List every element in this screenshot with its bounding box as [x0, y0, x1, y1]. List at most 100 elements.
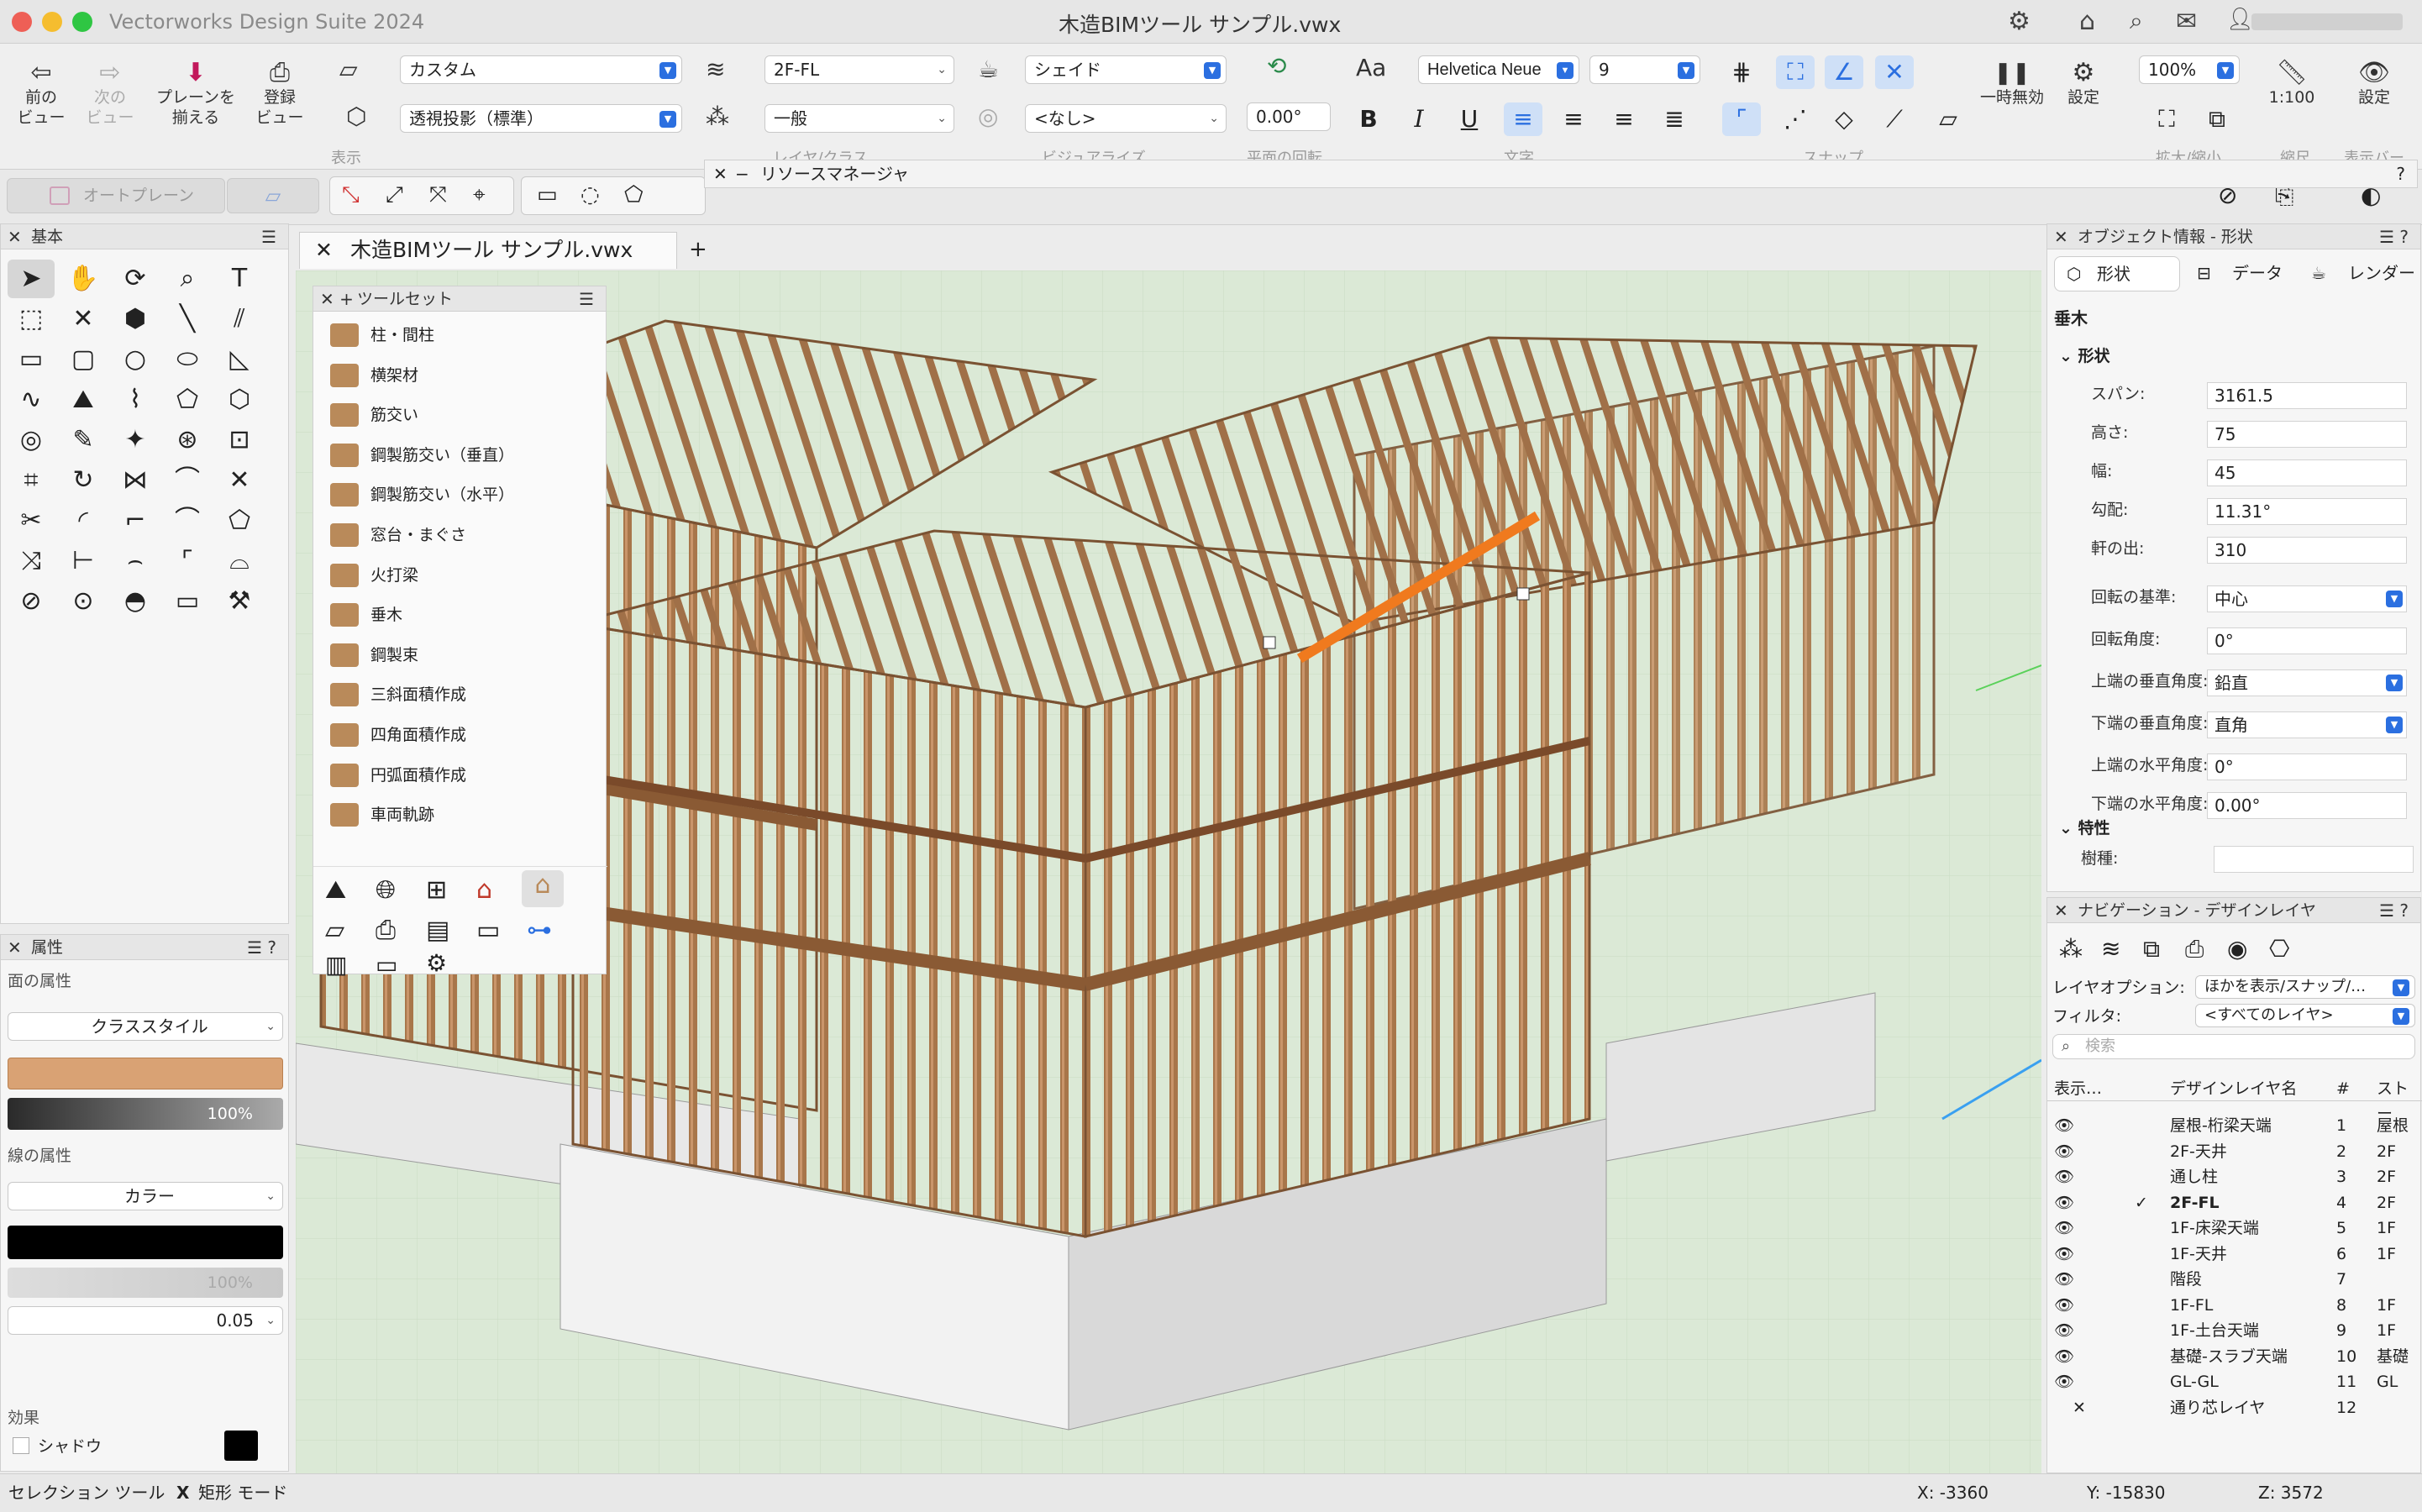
gear-icon[interactable]: ⚙ [2008, 7, 2031, 36]
layer-row[interactable]: 👁︎ 通し柱 3 2F [2047, 1164, 2417, 1189]
face-style-select[interactable]: クラススタイル ⌄ [8, 1012, 283, 1041]
eye-icon[interactable]: 👁︎ [2054, 1242, 2074, 1267]
resize-mode-icon[interactable]: ⤢ [386, 182, 403, 208]
snap-intersection-icon[interactable]: ✕ [1875, 55, 1914, 89]
circle-tool-icon[interactable]: ○ [112, 340, 159, 379]
fit-to-page-icon[interactable]: ⧉ [2198, 102, 2236, 136]
search-icon[interactable]: ⌕ [2130, 7, 2143, 35]
wood-bim-toolset-icon[interactable]: ⌂ [522, 870, 564, 907]
drawing-viewport[interactable]: ✕ + ツールセット ☰ 柱・間柱 横架材 筋交い 鋼製筋交い（垂直） 鋼製筋交い（水平） 窓… [296, 270, 2041, 1473]
site-toolset-icon[interactable]: ⛰ [325, 875, 346, 905]
auto-plane-button[interactable]: オートプレーン [7, 178, 225, 213]
italic-button[interactable]: I [1400, 102, 1438, 136]
references-tab-icon[interactable]: ◉ [2227, 935, 2247, 963]
layer-row[interactable]: 👁︎ 2F-天井 2 2F [2047, 1139, 2417, 1164]
toolset-item[interactable]: 円弧面積作成 [330, 757, 466, 794]
angular-dim-tool-icon[interactable]: ⌜ [164, 542, 211, 580]
property-value[interactable]: 直角 ▼ [2207, 711, 2407, 738]
rotate-tool-icon[interactable]: ↻ [60, 461, 107, 500]
detail-icon[interactable]: ▭ [376, 951, 397, 979]
cabinet-icon[interactable]: ▤ [426, 916, 449, 945]
toolset-item[interactable]: 車両軌跡 [330, 796, 434, 833]
rectangle-tool-icon[interactable]: ▭ [8, 340, 55, 379]
classes-tab-icon[interactable]: ⁂ [2059, 935, 2083, 963]
property-value[interactable]: 0.00° [2207, 792, 2407, 819]
line-weight-select[interactable]: 0.05 ⌄ [8, 1306, 283, 1335]
rectangle-marquee-icon[interactable]: ▭ [537, 182, 558, 207]
projection-icon[interactable]: ⬡ [346, 102, 366, 130]
regular-polygon-tool-icon[interactable]: ⬡ [216, 381, 263, 419]
species-field[interactable] [2214, 846, 2414, 873]
selection-tool-icon[interactable]: ➤ [8, 260, 55, 298]
tab-render[interactable]: ☕︎ レンダー [2299, 256, 2419, 291]
snap-settings-button[interactable]: ⚙ 設定 [2050, 59, 2117, 108]
snap-surface-icon[interactable]: ⏥ [1929, 102, 1968, 136]
section-properties[interactable]: ⌄ 特性 [2059, 816, 2110, 838]
offset-tool-icon[interactable]: ⌗ [8, 461, 55, 500]
hidden-layer-icon[interactable]: ✕ [2073, 1395, 2086, 1420]
double-line-tool-icon[interactable]: ⫽ [216, 300, 263, 339]
reshape-mode-icon[interactable]: ⤧ [429, 182, 447, 208]
circle-diameter-tool-icon[interactable]: ⊘ [8, 582, 55, 621]
floorplan-icon[interactable]: ⊞ [426, 875, 447, 905]
property-value[interactable]: 310 [2207, 537, 2407, 564]
property-value[interactable]: 中心 ▼ [2207, 585, 2407, 612]
smart-tool-icon[interactable]: ⚒ [216, 582, 263, 621]
rotation-field[interactable]: 0.00° [1247, 102, 1331, 131]
menu-icon[interactable]: ☰ ? [247, 935, 276, 960]
freehand-tool-icon[interactable]: ∿ [8, 381, 55, 419]
layers-icon[interactable]: ≋ [706, 55, 725, 83]
underline-button[interactable]: U [1450, 102, 1489, 136]
document-tab[interactable]: ✕ 木造BIMツール サンプル.vwx [299, 232, 677, 269]
property-value[interactable]: 0° [2207, 753, 2407, 780]
close-icon[interactable]: ✕ [2054, 224, 2068, 249]
toolset-item[interactable]: 三斜面積作成 [330, 676, 466, 713]
toolset-item[interactable]: 四角面積作成 [330, 717, 466, 753]
extrude-tool-icon[interactable]: ⬠ [216, 501, 263, 540]
snap-tangent-icon[interactable]: ◇ [1825, 102, 1863, 136]
plane-rotation-icon[interactable]: ⟲ [1267, 52, 1286, 80]
class-select[interactable]: 一般 ⌄ [764, 104, 954, 133]
teapot-icon[interactable]: ☕︎ [978, 55, 999, 83]
menu-icon[interactable]: ☰ ? [2379, 898, 2409, 923]
3d-locus-tool-icon[interactable]: ⬢ [112, 300, 159, 339]
new-tab-button[interactable]: + [689, 237, 707, 262]
snap-working-plane-icon[interactable]: ⟋ [1875, 102, 1914, 136]
attribute-mapping-tool-icon[interactable]: ✦ [112, 421, 159, 459]
mail-icon[interactable]: ✉ [2176, 7, 2197, 36]
layer-option-select[interactable]: ほかを表示/スナップ/… ▼ [2195, 975, 2415, 999]
close-icon[interactable]: ✕ [8, 224, 22, 249]
oval-tool-icon[interactable]: ⬭ [164, 340, 211, 379]
polygon-tool-icon[interactable]: ⌇ [112, 381, 159, 419]
menu-icon[interactable]: ☰ [261, 224, 276, 249]
eye-icon[interactable]: 👁︎ [2054, 1293, 2074, 1318]
pause-button[interactable]: ❚❚ 一時無効 [1974, 59, 2050, 108]
viewports-tab-icon[interactable]: ⧉ [2143, 935, 2160, 963]
eyedropper-tool-icon[interactable]: ✎ [60, 421, 107, 459]
transform-mode-icon[interactable]: ⌖ [473, 182, 486, 208]
plane-icon[interactable]: ▱ [339, 55, 358, 83]
snap-grid-icon[interactable]: ⋕ [1722, 55, 1761, 89]
user-icon[interactable]: 👤︎ [2226, 7, 2254, 32]
eye-icon[interactable]: 👁︎ [2054, 1318, 2074, 1343]
constrained-dim-tool-icon[interactable]: ⊢ [60, 542, 107, 580]
close-icon[interactable]: ✕ + [320, 286, 354, 312]
layer-row[interactable]: 👁︎ GL-GL 11 GL [2047, 1369, 2417, 1394]
close-tab-icon[interactable]: ✕ [315, 233, 333, 268]
menu-icon[interactable]: ☰ ? [2379, 224, 2409, 249]
collapse-icon[interactable]: − [735, 160, 749, 187]
wall-icon[interactable]: ▱ [325, 916, 344, 945]
eye-icon[interactable]: 👁︎ [2054, 1164, 2074, 1189]
trim-tool-icon[interactable]: ✕ [216, 461, 263, 500]
spiral-tool-icon[interactable]: ◎ [8, 421, 55, 459]
tab-data[interactable]: ⊟ データ [2182, 256, 2299, 291]
col-visibility[interactable]: 表示… [2054, 1076, 2102, 1101]
line-style-select[interactable]: カラー ⌄ [8, 1182, 283, 1210]
slab-icon[interactable]: ▥ [325, 951, 347, 979]
snap-angle-icon[interactable]: ∠ [1825, 55, 1863, 89]
protractor-tool-icon[interactable]: ◓ [112, 582, 159, 621]
eye-icon[interactable]: 👁︎ [2054, 1369, 2074, 1394]
close-window-button[interactable] [12, 12, 32, 32]
selection-handle[interactable] [1263, 636, 1276, 649]
dimension-tool-icon[interactable]: ⤨ [8, 542, 55, 580]
